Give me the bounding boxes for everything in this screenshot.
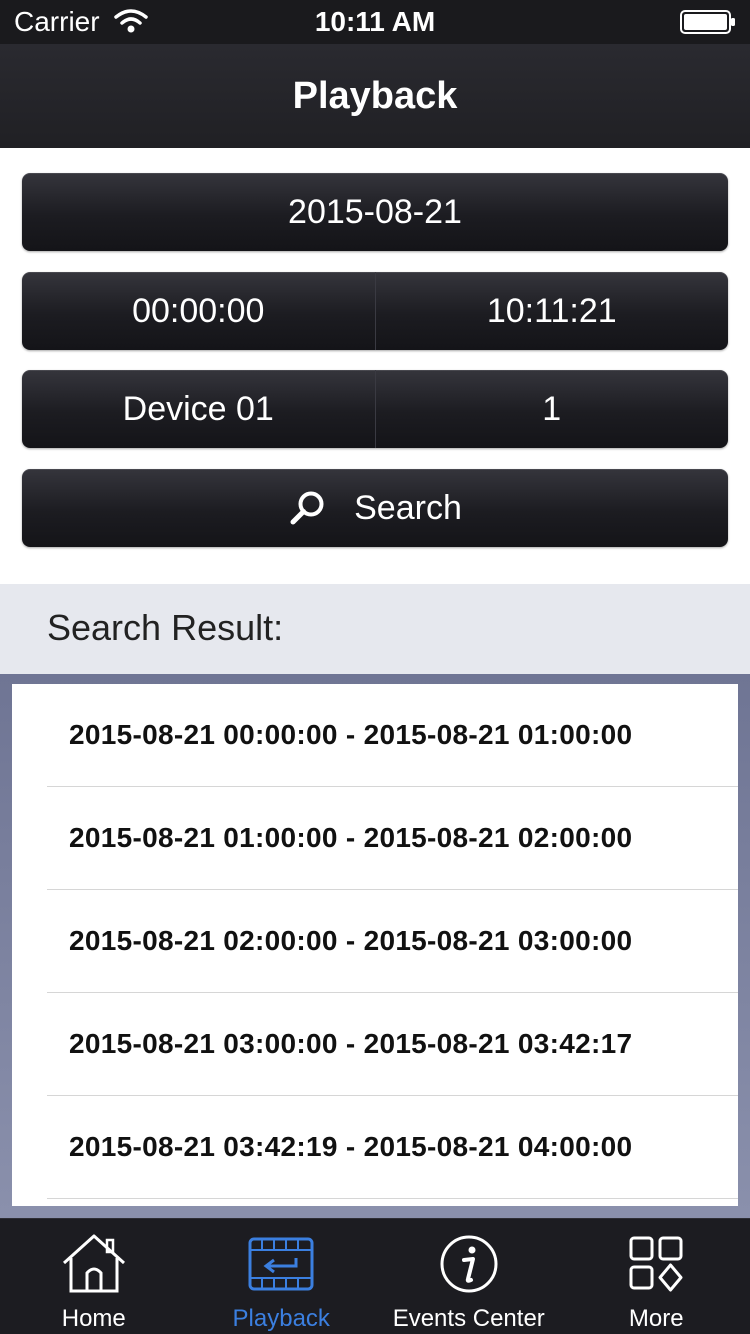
search-button[interactable]: Search	[22, 469, 728, 547]
search-controls: 2015-08-21 00:00:00 10:11:21 Device 01 1…	[0, 148, 750, 584]
end-time-value: 10:11:21	[486, 291, 617, 330]
tab-playback[interactable]: Playback	[188, 1219, 376, 1334]
date-value: 2015-08-21	[288, 192, 462, 231]
results-frame: 2015-08-21 00:00:00 - 2015-08-21 01:00:0…	[0, 674, 750, 1218]
channel-value: 1	[542, 389, 562, 428]
result-row[interactable]: 2015-08-21 00:00:00 - 2015-08-21 01:00:0…	[47, 684, 738, 787]
tab-playback-label: Playback	[232, 1305, 330, 1332]
tab-bar: Home Playback Events Center More	[0, 1218, 750, 1334]
end-time-button[interactable]: 10:11:21	[376, 272, 729, 350]
channel-select-button[interactable]: 1	[376, 370, 729, 448]
nav-bar: Playback	[0, 44, 750, 148]
tab-events-center[interactable]: Events Center	[375, 1219, 563, 1334]
result-range: 2015-08-21 00:00:00 - 2015-08-21 01:00:0…	[69, 719, 633, 750]
clock: 10:11 AM	[314, 6, 436, 37]
result-row[interactable]: 2015-08-21 03:42:19 - 2015-08-21 04:00:0…	[47, 1096, 738, 1199]
search-icon	[290, 491, 324, 525]
start-time-button[interactable]: 00:00:00	[22, 272, 376, 350]
info-icon	[440, 1235, 498, 1293]
result-row[interactable]: 2015-08-21 02:00:00 - 2015-08-21 03:00:0…	[47, 890, 738, 993]
more-grid-icon	[629, 1236, 683, 1292]
tab-home-label: Home	[61, 1305, 126, 1332]
tab-more[interactable]: More	[563, 1219, 750, 1334]
device-select-button[interactable]: Device 01	[22, 370, 376, 448]
result-range: 2015-08-21 03:00:00 - 2015-08-21 03:42:1…	[69, 1028, 633, 1059]
playback-icon	[248, 1237, 314, 1291]
time-range-row: 00:00:00 10:11:21	[22, 272, 728, 350]
search-label: Search	[354, 488, 462, 527]
result-row[interactable]: 2015-08-21 03:00:00 - 2015-08-21 03:42:1…	[47, 993, 738, 1096]
tab-more-label: More	[628, 1305, 684, 1332]
home-icon	[62, 1234, 125, 1293]
result-range: 2015-08-21 01:00:00 - 2015-08-21 02:00:0…	[69, 822, 633, 853]
device-channel-row: Device 01 1	[22, 370, 728, 448]
battery-icon	[680, 10, 735, 34]
tab-home[interactable]: Home	[0, 1219, 188, 1334]
page-title: Playback	[292, 75, 458, 117]
tab-events-label: Events Center	[392, 1305, 545, 1332]
results-header: Search Result:	[0, 584, 750, 674]
result-range: 2015-08-21 02:00:00 - 2015-08-21 03:00:0…	[69, 925, 633, 956]
result-range: 2015-08-21 03:42:19 - 2015-08-21 04:00:0…	[69, 1131, 633, 1162]
result-row[interactable]: 2015-08-21 01:00:00 - 2015-08-21 02:00:0…	[47, 787, 738, 890]
status-bar: Carrier 10:11 AM	[0, 0, 750, 44]
date-picker-button[interactable]: 2015-08-21	[22, 173, 728, 251]
start-time-value: 00:00:00	[132, 291, 265, 330]
device-value: Device 01	[122, 389, 274, 428]
results-list[interactable]: 2015-08-21 00:00:00 - 2015-08-21 01:00:0…	[12, 684, 738, 1206]
